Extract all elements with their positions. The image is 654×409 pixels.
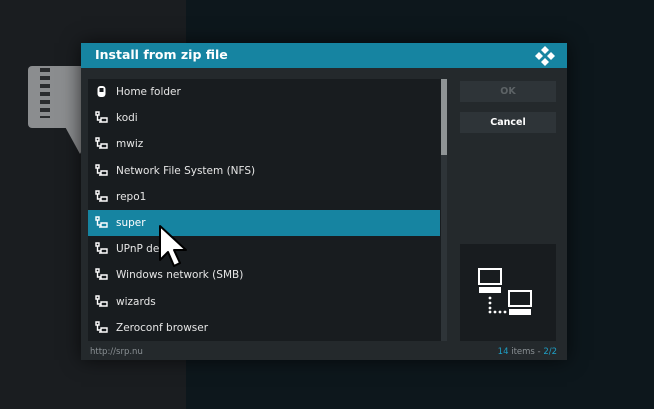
network-share-icon [95,242,108,254]
ok-button[interactable]: OK [460,81,556,102]
network-share-icon [95,111,108,123]
dialog-title: Install from zip file [95,47,228,62]
footer-path: http://srp.nu [90,347,143,357]
network-share-icon [95,321,108,333]
list-item-label: mwiz [116,138,144,151]
source-list[interactable]: Home folder kodi mwiz Network File System (… [88,79,447,341]
list-item-label: UPnP de [116,243,160,256]
preview-panel [460,244,556,341]
network-share-icon [95,190,108,202]
list-item[interactable]: repo1 [88,184,440,210]
list-item-label: Home folder [116,86,181,98]
network-share-icon [95,163,108,176]
list-item-label: wizards [116,295,156,308]
list-item-label: repo1 [116,190,147,203]
list-item[interactable]: super [88,210,440,236]
network-share-icon [95,268,108,281]
install-from-zip-dialog: Install from zip file Home folder kodi mwi… [81,43,567,360]
list-item[interactable]: wizards [88,289,440,315]
background-zipper-icon [40,68,50,118]
network-share-icon [95,137,108,150]
scrollbar-thumb[interactable] [441,79,447,155]
network-share-icon [95,294,108,307]
list-item[interactable]: UPnP de [88,236,440,262]
list-item[interactable]: Zeroconf browser [88,315,440,341]
cancel-button[interactable]: Cancel [460,112,556,133]
list-item-label: kodi [116,112,138,125]
footer-item-count: 14 items - 2/2 [498,347,557,357]
network-computers-icon [478,268,532,315]
list-item[interactable]: kodi [88,105,440,131]
home-folder-icon [97,86,106,97]
mouse-pointer-icon [159,225,187,267]
network-share-icon [95,216,108,228]
list-scrollbar[interactable] [441,79,447,341]
items-word: items - [508,347,544,357]
list-item[interactable]: Windows network (SMB) [88,262,440,288]
list-item-label: Network File System (NFS) [116,164,256,177]
list-item-label: super [116,217,146,229]
list-item[interactable]: Network File System (NFS) [88,158,440,184]
list-item[interactable]: Home folder [88,79,440,105]
list-item[interactable]: mwiz [88,131,440,157]
list-item-label: Zeroconf browser [116,321,209,334]
page-indicator: 2/2 [543,347,557,357]
dialog-titlebar: Install from zip file [81,43,567,68]
kodi-logo-icon [535,46,555,66]
item-count-number: 14 [497,347,509,357]
